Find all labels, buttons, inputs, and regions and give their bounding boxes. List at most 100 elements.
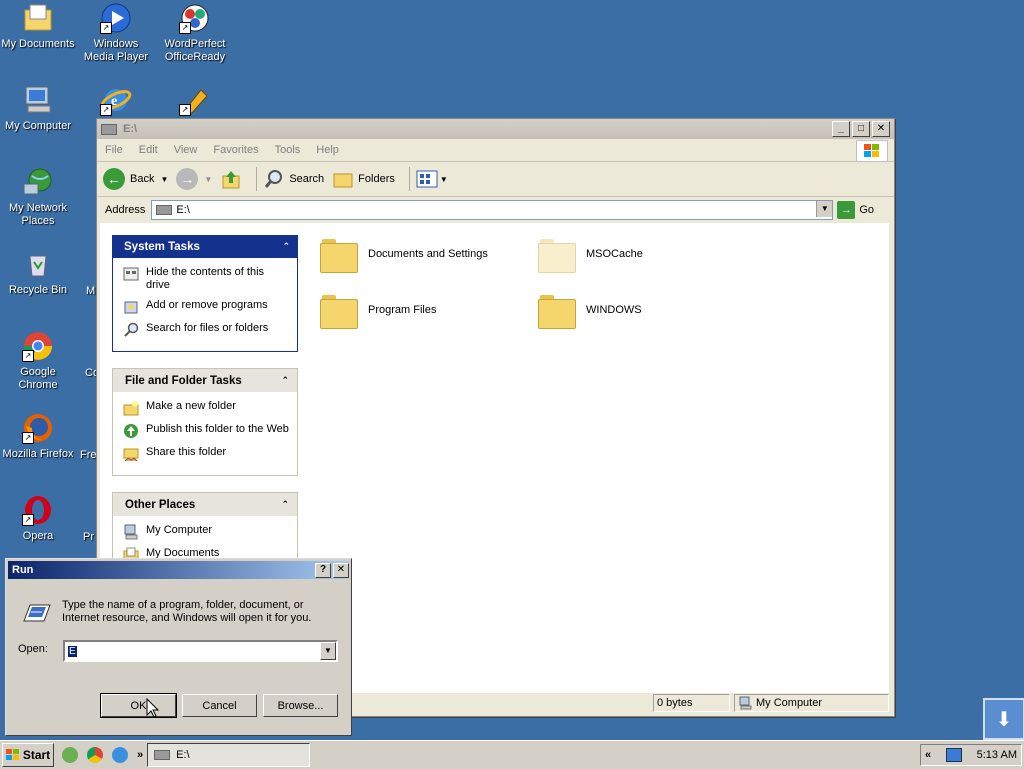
views-button[interactable]: ▼ xyxy=(416,169,448,189)
task-new-folder[interactable]: Make a new folder xyxy=(123,400,289,416)
folder-item[interactable]: Documents and Settings xyxy=(320,237,530,273)
opera-icon: ↗ xyxy=(22,494,54,526)
network-tray-icon[interactable] xyxy=(945,748,962,762)
folders-button[interactable]: Folders xyxy=(332,168,395,190)
minimize-button[interactable]: _ xyxy=(832,121,850,137)
folder-item[interactable]: MSOCache xyxy=(538,237,748,273)
menu-favorites[interactable]: Favorites xyxy=(213,144,258,156)
computer-icon xyxy=(22,84,54,116)
shortcut-arrow-icon: ↗ xyxy=(179,22,191,34)
hide-contents-icon xyxy=(123,267,139,281)
window-title: E:\ xyxy=(123,123,138,135)
task-search-files[interactable]: Search for files or folders xyxy=(123,322,289,338)
folder-documents-icon xyxy=(22,2,54,34)
open-dropdown-button[interactable]: ▼ xyxy=(320,642,336,660)
system-tray: « 5:13 AM xyxy=(920,744,1022,766)
task-pane: System Tasks ⌃ Hide the contents of this… xyxy=(112,235,298,593)
browse-button[interactable]: Browse... xyxy=(263,694,338,717)
chevron-down-icon[interactable]: ▼ xyxy=(160,175,168,184)
collapse-chevron-icon[interactable]: ⌃ xyxy=(282,241,290,252)
recycle-bin-icon xyxy=(22,248,54,280)
collapse-chevron-icon[interactable]: ⌃ xyxy=(281,375,289,386)
windows-logo-icon xyxy=(856,140,888,162)
desktop-icon-my-documents[interactable]: My Documents xyxy=(0,2,76,51)
desktop-icon-my-network-places[interactable]: My Network Places xyxy=(0,166,76,228)
system-tasks-header[interactable]: System Tasks ⌃ xyxy=(112,235,298,258)
chrome-icon: ↗ xyxy=(22,330,54,362)
arrow-down-icon: ⬇ xyxy=(995,708,1013,731)
desktop-icon-mozilla-firefox[interactable]: ↗ Mozilla Firefox xyxy=(0,412,76,461)
desktop-icon-windows-media-player[interactable]: ↗ Windows Media Player xyxy=(78,2,154,64)
windows-logo-icon xyxy=(5,749,19,760)
internet-explorer-icon: e ↗ xyxy=(100,84,132,116)
start-button[interactable]: Start xyxy=(2,743,54,767)
taskbar-window-button[interactable]: E:\ xyxy=(147,743,311,767)
forward-button[interactable]: → ▼ xyxy=(176,168,212,190)
desktop-icon-my-computer[interactable]: My Computer xyxy=(0,84,76,133)
internet-explorer-icon[interactable] xyxy=(112,747,128,763)
search-button[interactable]: Search xyxy=(263,168,324,190)
show-desktop-button[interactable]: ⬇ xyxy=(983,698,1024,740)
address-dropdown-button[interactable]: ▼ xyxy=(816,201,833,217)
address-label: Address xyxy=(105,204,146,216)
menu-edit[interactable]: Edit xyxy=(139,144,158,156)
desktop-icon-opera[interactable]: ↗ Opera xyxy=(0,494,76,543)
up-folder-button[interactable] xyxy=(220,168,242,190)
explorer-titlebar[interactable]: E:\ _ □ ✕ xyxy=(97,119,894,139)
hidden-folder-icon xyxy=(538,237,576,273)
media-player-icon: ↗ xyxy=(100,2,132,34)
address-bar: Address E:\ ▼ → Go xyxy=(97,197,894,223)
forward-arrow-icon: → xyxy=(176,168,199,190)
place-my-computer[interactable]: My Computer xyxy=(123,524,289,540)
desktop-icon-google-chrome[interactable]: ↗ Google Chrome xyxy=(0,330,76,392)
close-button[interactable]: ✕ xyxy=(872,121,890,137)
task-hide-contents[interactable]: Hide the contents of this drive xyxy=(123,266,289,292)
folder-item[interactable]: WINDOWS xyxy=(538,293,748,329)
file-folder-tasks-header[interactable]: File and Folder Tasks ⌃ xyxy=(112,368,298,392)
run-titlebar[interactable]: Run ? ✕ xyxy=(8,561,349,579)
desktop-icon-internet-explorer[interactable]: e ↗ xyxy=(78,84,154,120)
back-button[interactable]: ← Back ▼ xyxy=(103,168,168,190)
desktop-icon-app-shortcut[interactable]: ↗ xyxy=(157,84,233,120)
quick-launch-app-icon[interactable] xyxy=(62,747,78,763)
clock[interactable]: 5:13 AM xyxy=(977,749,1017,761)
shortcut-arrow-icon: ↗ xyxy=(179,104,191,116)
tray-expand-chevron[interactable]: « xyxy=(925,749,931,761)
quick-launch-chevron[interactable]: » xyxy=(137,749,143,761)
collapse-chevron-icon[interactable]: ⌃ xyxy=(281,499,289,510)
desktop-icon-recycle-bin[interactable]: Recycle Bin xyxy=(0,248,76,297)
folder-icon xyxy=(320,293,358,329)
maximize-button[interactable]: □ xyxy=(852,121,870,137)
menu-help[interactable]: Help xyxy=(316,144,339,156)
other-places-header[interactable]: Other Places ⌃ xyxy=(112,492,298,516)
task-add-remove-programs[interactable]: Add or remove programs xyxy=(123,299,289,315)
go-button[interactable]: → Go xyxy=(837,201,874,219)
chevron-down-icon: ▼ xyxy=(439,174,448,184)
views-icon xyxy=(416,170,438,188)
shortcut-arrow-icon: ↗ xyxy=(22,514,34,526)
cancel-button[interactable]: Cancel xyxy=(182,694,257,717)
menu-view[interactable]: View xyxy=(174,144,198,156)
chrome-icon[interactable] xyxy=(87,747,103,763)
search-icon xyxy=(124,322,139,337)
address-input[interactable]: E:\ ▼ xyxy=(151,200,834,220)
add-remove-programs-icon xyxy=(124,301,138,314)
wordperfect-icon: ↗ xyxy=(179,2,211,34)
task-share-folder[interactable]: Share this folder xyxy=(123,446,289,462)
chevron-down-icon[interactable]: ▼ xyxy=(204,175,212,184)
drive-icon xyxy=(154,750,171,760)
drive-icon xyxy=(101,123,117,135)
task-publish-web[interactable]: Publish this folder to the Web xyxy=(123,423,289,439)
help-button[interactable]: ? xyxy=(315,562,331,578)
open-input[interactable]: E ▼ xyxy=(63,640,338,662)
menu-tools[interactable]: Tools xyxy=(275,144,301,156)
desktop-icon-wordperfect[interactable]: ↗ WordPerfect OfficeReady xyxy=(157,2,233,64)
run-program-icon xyxy=(20,601,52,623)
menu-bar: File Edit View Favorites Tools Help xyxy=(97,139,894,162)
new-folder-icon xyxy=(123,401,139,416)
menu-file[interactable]: File xyxy=(105,144,123,156)
close-button[interactable]: ✕ xyxy=(333,562,349,578)
folder-item[interactable]: Program Files xyxy=(320,293,530,329)
open-input-value: E xyxy=(68,645,77,657)
ok-button[interactable]: OK xyxy=(100,693,177,718)
